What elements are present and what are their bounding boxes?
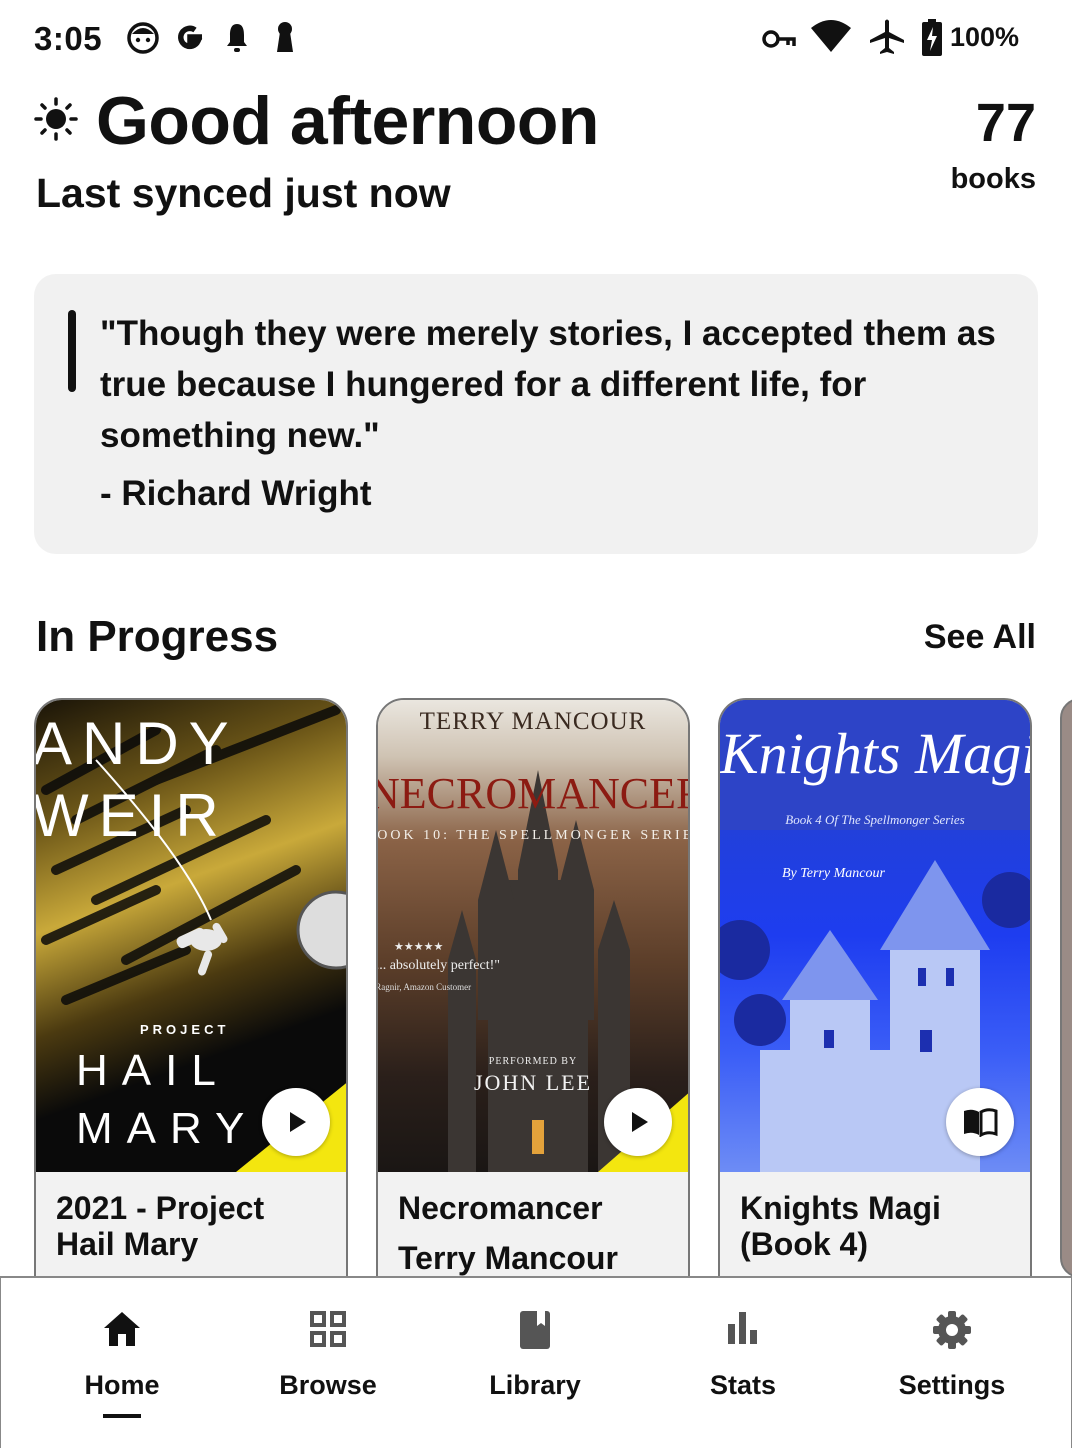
book-title: 2021 - Project Hail Mary	[56, 1190, 265, 1262]
battery-charging-icon	[922, 19, 942, 56]
cover-review-quote: "... absolutely perfect!"	[378, 958, 500, 973]
grid-icon	[310, 1311, 346, 1347]
nav-label: Browse	[279, 1370, 377, 1400]
cover-series-text: BOOK 10: THE SPELLMONGER SERIES	[378, 828, 688, 843]
play-button[interactable]	[262, 1088, 330, 1156]
sync-status: Last synced just now	[36, 170, 451, 216]
nav-item-browse[interactable]: Browse	[221, 1278, 435, 1448]
book-count-label: books	[950, 163, 1036, 195]
sun-icon	[34, 97, 78, 141]
nav-label: Settings	[898, 1370, 1006, 1400]
quote-card: "Though they were merely stories, I acce…	[34, 274, 1038, 554]
see-all-link[interactable]: See All	[924, 618, 1036, 657]
google-icon	[178, 25, 203, 50]
book-count: 77	[975, 93, 1036, 153]
keyhole-icon	[277, 22, 293, 52]
cover-title-text: Knights Magi	[720, 721, 1030, 786]
cover-subtitle-text: PROJECT	[140, 1022, 230, 1037]
greeting-title: Good afternoon	[96, 83, 599, 159]
cover-author-text: TERRY MANCOUR	[419, 708, 647, 735]
quote-text: "Though they were merely stories, I acce…	[100, 314, 996, 455]
book-author: Terry Mancour	[398, 1240, 618, 1276]
book-card-partial[interactable]	[1060, 698, 1072, 1278]
face-icon	[127, 22, 159, 54]
quote-author: - Richard Wright	[100, 474, 372, 513]
quote-accent-bar	[68, 310, 76, 392]
gear-icon	[933, 1311, 971, 1349]
active-indicator	[103, 1414, 141, 1418]
nav-label: Stats	[709, 1370, 777, 1400]
book-title: Necromancer	[398, 1190, 603, 1226]
cover-author-text: ANDY WEIR	[36, 710, 238, 849]
wifi-icon	[811, 20, 851, 52]
cover-performed-by: PERFORMED BY	[488, 1056, 578, 1067]
cover-review-source: - Ragnir, Amazon Customer	[378, 982, 472, 992]
play-icon	[290, 1112, 306, 1132]
nav-item-home[interactable]: Home	[15, 1278, 229, 1448]
cover-title-text: NECROMANCER	[378, 769, 688, 818]
play-button[interactable]	[604, 1088, 672, 1156]
notification-bell-icon	[227, 24, 247, 52]
book-card-necromancer[interactable]: TERRY MANCOUR NECROMANCER BOOK 10: THE S…	[376, 698, 690, 1318]
status-time: 3:05	[34, 20, 103, 57]
home-icon	[104, 1312, 140, 1346]
status-bar: 3:05 100%	[0, 0, 1072, 78]
nav-label: Library	[489, 1370, 581, 1400]
vpn-key-icon	[762, 30, 796, 48]
nav-item-library[interactable]: Library	[428, 1278, 642, 1448]
battery-level: 100%	[950, 22, 1020, 52]
cover-title-line-1: HAIL	[76, 1046, 230, 1095]
read-button[interactable]	[946, 1088, 1014, 1156]
nav-item-stats[interactable]: Stats	[636, 1278, 850, 1448]
cover-author-text: By Terry Mancour	[782, 866, 885, 881]
book-title: Knights Magi (Book 4)	[740, 1190, 941, 1262]
cover-series-text: Book 4 Of The Spellmonger Series	[785, 812, 965, 827]
nav-item-settings[interactable]: Settings	[845, 1278, 1059, 1448]
section-title-in-progress: In Progress	[36, 612, 279, 661]
cover-title-line-2: MARY	[76, 1104, 259, 1153]
book-open-icon	[964, 1108, 998, 1137]
cover-stars: ★★★★★	[394, 941, 444, 953]
nav-label: Home	[84, 1370, 160, 1400]
book-icon	[520, 1311, 550, 1349]
book-card-knights-magi[interactable]: Knights Magi Book 4 Of The Spellmonger S…	[718, 698, 1032, 1318]
airplane-icon	[870, 19, 904, 54]
play-icon	[632, 1112, 648, 1132]
book-card-project-hail-mary[interactable]: ANDY WEIR PROJECT HAIL MARY 2021 - Proje…	[34, 698, 348, 1318]
bar-chart-icon	[728, 1312, 757, 1344]
bottom-navigation: Home Browse Library Stats Settings	[0, 1276, 1072, 1448]
